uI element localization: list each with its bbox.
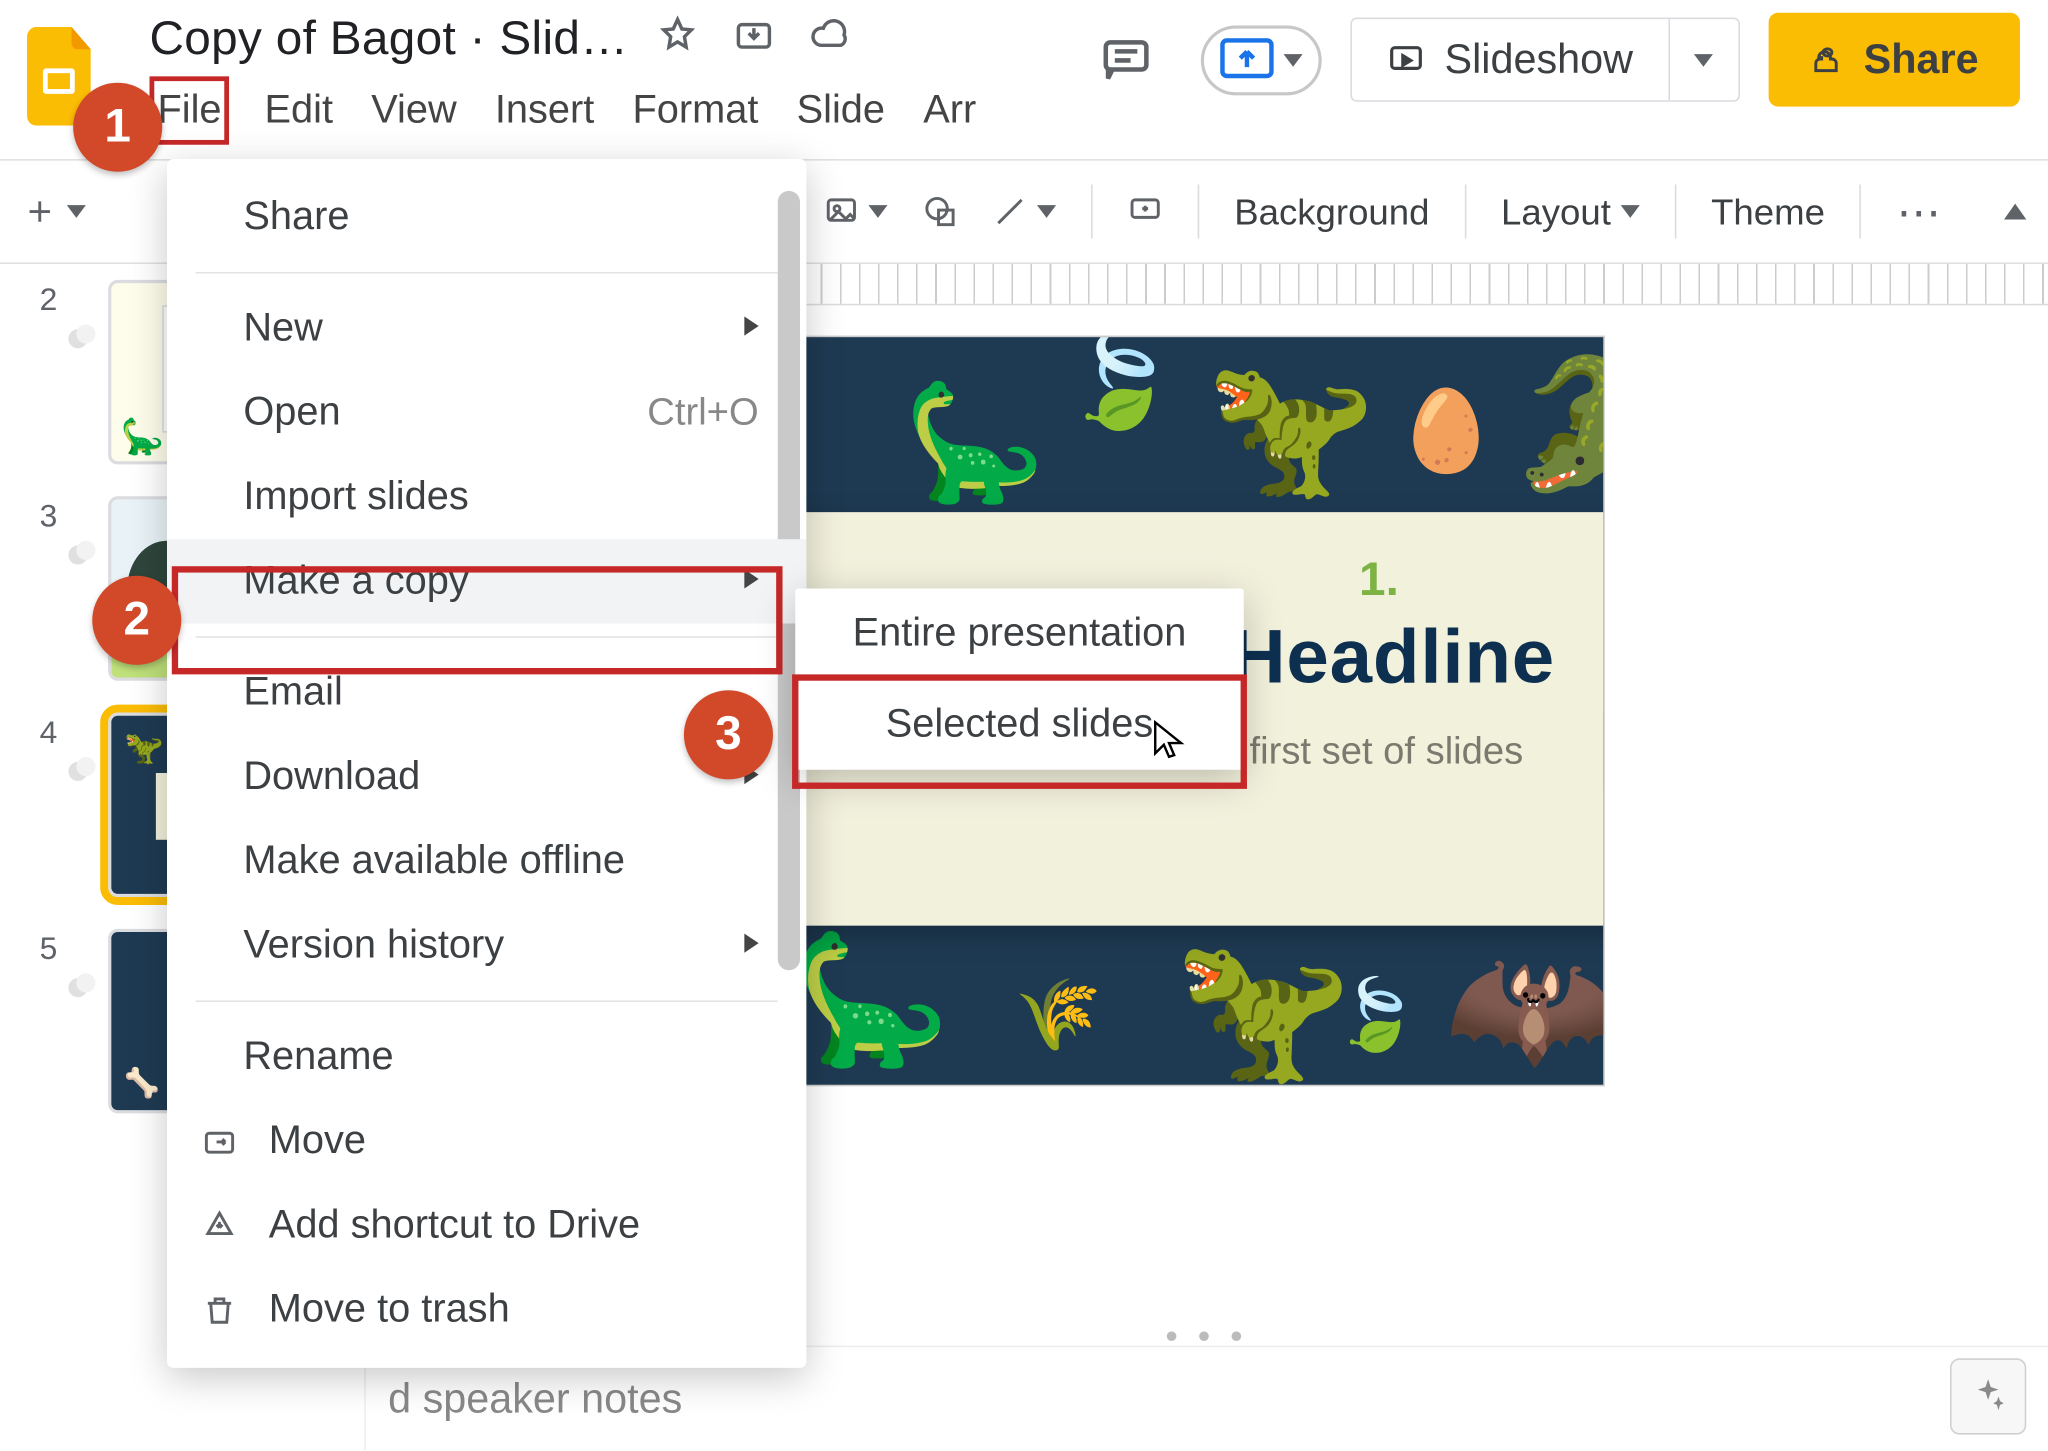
thumb-index: 4 — [13, 713, 58, 753]
line-tool[interactable] — [992, 194, 1056, 229]
callout-badge-3: 3 — [684, 690, 773, 779]
shape-tool[interactable] — [922, 194, 957, 229]
menu-item-make-a-copy[interactable]: Make a copy — [167, 539, 806, 623]
menu-slide[interactable]: Slide — [793, 81, 888, 140]
trash-icon — [199, 1292, 240, 1327]
menu-item-share[interactable]: Share — [167, 175, 806, 259]
new-slide-tool[interactable] — [22, 194, 86, 229]
transition-icon — [67, 321, 99, 353]
slideshow-button[interactable]: Slideshow — [1352, 19, 1668, 100]
transition-icon — [67, 754, 99, 786]
cloud-status-icon[interactable] — [810, 14, 851, 65]
transition-icon — [67, 538, 99, 570]
toolbar-layout[interactable]: Layout — [1501, 190, 1639, 233]
share-label: Share — [1864, 35, 1979, 84]
present-caret-icon — [1284, 53, 1303, 66]
menu-item-make-available-offline[interactable]: Make available offline — [167, 819, 806, 903]
collapse-toolbar-icon[interactable] — [2004, 204, 2026, 220]
app-header: Copy of Bagot · Slid… File Edit View Ins… — [0, 0, 2048, 159]
toolbar-background[interactable]: Background — [1234, 190, 1429, 233]
mouse-cursor-icon — [1152, 719, 1187, 760]
menu-item-add-shortcut[interactable]: Add shortcut to Drive — [167, 1183, 806, 1267]
callout-badge-2: 2 — [92, 576, 181, 665]
explore-button[interactable] — [1950, 1358, 2026, 1434]
menu-item-version-history[interactable]: Version history — [167, 903, 806, 987]
thumb-index: 5 — [13, 929, 58, 969]
slideshow-label: Slideshow — [1445, 35, 1633, 84]
menu-format[interactable]: Format — [629, 81, 761, 140]
menu-insert[interactable]: Insert — [492, 81, 598, 140]
thumb-index: 3 — [13, 496, 58, 536]
menu-item-move[interactable]: Move — [167, 1099, 806, 1183]
transition-icon — [67, 970, 99, 1002]
menubar: File Edit View Insert Format Slide Arr — [150, 76, 980, 144]
menu-item-open[interactable]: OpenCtrl+O — [167, 371, 806, 455]
menu-arrange-truncated[interactable]: Arr — [920, 81, 979, 140]
toolbar-overflow-icon[interactable]: ⋯ — [1897, 185, 1945, 237]
callout-badge-1: 1 — [73, 83, 162, 172]
menu-item-rename[interactable]: Rename — [167, 1015, 806, 1099]
comment-tool[interactable] — [1128, 194, 1163, 229]
thumb-index: 2 — [13, 280, 58, 320]
menu-item-import-slides[interactable]: Import slides — [167, 455, 806, 539]
present-button[interactable] — [1201, 25, 1322, 95]
comments-icon[interactable] — [1080, 14, 1172, 106]
menu-separator — [196, 1000, 778, 1002]
menu-view[interactable]: View — [368, 81, 460, 140]
slideshow-caret[interactable] — [1668, 19, 1738, 100]
star-icon[interactable] — [657, 14, 698, 65]
menu-edit[interactable]: Edit — [261, 81, 336, 140]
menu-item-move-to-trash[interactable]: Move to trash — [167, 1268, 806, 1352]
menu-separator — [196, 636, 778, 638]
toolbar-theme[interactable]: Theme — [1711, 190, 1825, 233]
share-button[interactable]: Share — [1768, 13, 2020, 107]
shortcut-label: Ctrl+O — [647, 390, 758, 435]
folder-move-icon — [199, 1124, 240, 1159]
image-tool[interactable] — [824, 194, 888, 229]
drive-shortcut-icon — [199, 1208, 240, 1243]
move-to-folder-icon[interactable] — [733, 14, 774, 65]
submenu-entire-presentation[interactable]: Entire presentation — [795, 588, 1244, 679]
document-title[interactable]: Copy of Bagot · Slid… — [150, 13, 629, 67]
menu-separator — [196, 272, 778, 274]
menu-item-new[interactable]: New — [167, 286, 806, 370]
slideshow-button-group: Slideshow — [1351, 17, 1740, 101]
